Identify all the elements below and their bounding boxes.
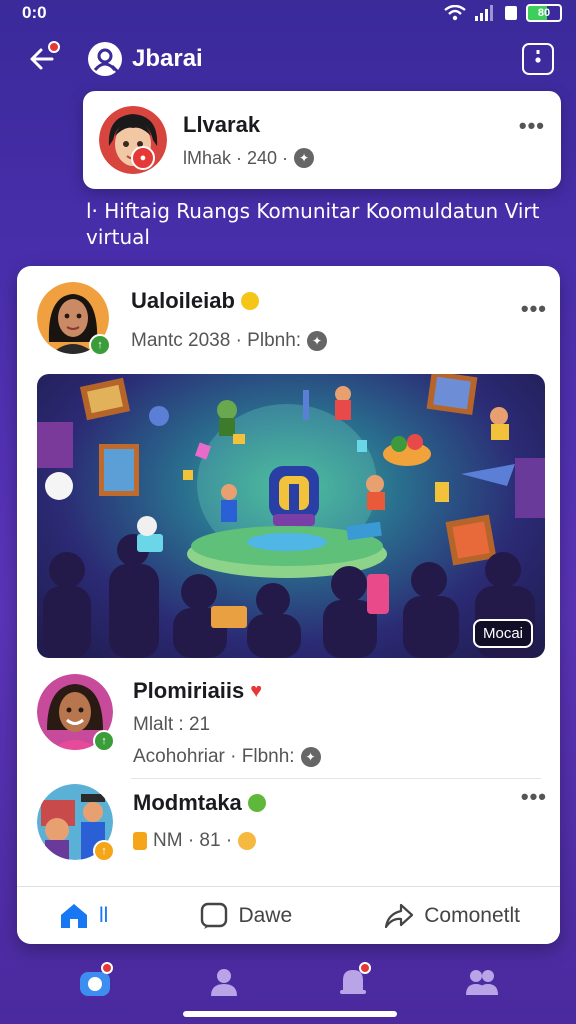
profile-meta-row: lMhak · 240 · ✦	[183, 147, 315, 169]
media-tag[interactable]: Mocai	[472, 619, 533, 648]
signal-icon	[475, 5, 493, 21]
notification-badge	[48, 41, 60, 53]
status-bar: 0:0 80	[0, 0, 576, 26]
profile-more-button[interactable]: •••	[519, 113, 545, 139]
notification-badge	[100, 962, 113, 974]
globe-icon: ✦	[307, 331, 328, 351]
comment-item: ↑ Plomiriaiis ♥ Mlalt : 21 Acohohriar · …	[37, 674, 547, 768]
comment-meta-row: Acohohriar · Flbnh: ✦	[133, 746, 321, 768]
comment-avatar[interactable]: ↑	[37, 784, 115, 862]
comment-more-button[interactable]: •••	[521, 784, 547, 810]
nav-camera[interactable]	[75, 962, 115, 1002]
comment-item: ↑ Modmtaka NM · 81 · •••	[37, 784, 547, 862]
online-badge: ↑	[89, 334, 111, 356]
post-author-text: Ualoileiab Mantc 2038 · Plbnh: ✦	[131, 288, 328, 352]
notification-badge	[358, 962, 371, 974]
globe-icon: ✦	[300, 747, 321, 767]
wifi-icon	[444, 5, 466, 21]
emoji-icon	[238, 832, 257, 850]
comment-author: Plomiriaiis	[133, 678, 245, 703]
comment-icon	[201, 902, 228, 929]
divider	[131, 778, 541, 779]
comment-text: Modmtaka NM · 81 ·	[133, 790, 266, 852]
avatar-badge: ●	[131, 146, 155, 170]
comment-meta-secondary: Acohohriar · Flbnh:	[133, 746, 295, 767]
profile-icon	[210, 969, 237, 996]
profile-card-text: Llvarak lMhak · 240 · ✦	[183, 111, 315, 169]
app-title-group: Jbarai	[88, 42, 203, 76]
share-button[interactable]: Dawe	[200, 902, 292, 930]
post-meta-row: Mantc 2038 · Plbnh: ✦	[131, 330, 328, 352]
comment-meta: Mlalt : 21	[133, 714, 211, 735]
post-more-button[interactable]: •••	[521, 296, 547, 322]
globe-icon: ✦	[294, 148, 315, 168]
post-image[interactable]: Mocai	[37, 374, 545, 658]
comment-author-row: Plomiriaiis ♥	[133, 678, 321, 704]
share-box-icon	[535, 50, 541, 63]
feed-card: ↑ Ualoileiab Mantc 2038 · Plbnh: ✦ ••• M…	[17, 266, 560, 944]
sim-icon	[505, 6, 517, 20]
profile-name: Llvarak	[183, 111, 261, 137]
comment-author-row: Modmtaka	[133, 790, 266, 816]
more-icon: •••	[520, 296, 547, 321]
comment-author: Modmtaka	[133, 790, 242, 815]
share-label: Dawe	[238, 903, 293, 927]
battery-indicator: 80	[526, 4, 562, 22]
comment-button[interactable]: Comonetlt	[384, 903, 520, 929]
status-time: 0:0	[22, 3, 47, 22]
comment-meta-row: NM · 81 ·	[133, 830, 266, 852]
post-header: ↑ Ualoileiab Mantc 2038 · Plbnh: ✦ •••	[37, 282, 547, 356]
comment-label: Comonetlt	[424, 903, 520, 927]
app-title: Jbarai	[132, 45, 203, 72]
share-arrow-icon	[385, 903, 414, 928]
profile-meta: lMhak · 240 ·	[183, 147, 289, 168]
status-icons: 80	[444, 4, 562, 22]
home-icon	[61, 903, 87, 928]
avatar[interactable]: ●	[99, 106, 167, 174]
post-author-row: Ualoileiab	[131, 288, 327, 314]
share-box-button[interactable]	[522, 43, 554, 75]
verified-icon	[247, 794, 266, 812]
heart-icon: ♥	[250, 679, 263, 702]
bottom-nav	[0, 952, 576, 1012]
trophy-icon	[133, 832, 147, 850]
app-bar: Jbarai	[0, 36, 576, 82]
like-button[interactable]: ll	[59, 902, 108, 930]
verified-icon	[240, 292, 259, 310]
comment-text: Plomiriaiis ♥ Mlalt : 21 Acohohriar · Fl…	[133, 678, 321, 768]
post-author-name: Ualoileiab	[131, 288, 235, 313]
friends-icon	[465, 970, 498, 995]
profile-card[interactable]: ● Llvarak lMhak · 240 · ✦ •••	[83, 91, 561, 189]
nav-profile[interactable]	[204, 962, 244, 1002]
more-icon: •••	[518, 113, 545, 138]
back-button[interactable]	[22, 39, 62, 79]
post-caption: l· Hiftaig Ruangs Komunitar Koomuldatun …	[86, 199, 540, 249]
post-meta: Mantc 2038 · Plbnh:	[131, 330, 302, 351]
post-author-avatar[interactable]: ↑	[37, 282, 111, 356]
level-badge: ↑	[93, 840, 115, 862]
nav-notifications[interactable]	[333, 962, 373, 1002]
more-icon: •••	[520, 784, 547, 809]
home-indicator[interactable]	[183, 1011, 397, 1017]
virtual-community-illustration	[37, 374, 545, 658]
comment-meta: NM · 81 ·	[153, 830, 233, 851]
comment-avatar[interactable]: ↑	[37, 674, 115, 752]
app-logo-icon	[88, 42, 122, 76]
nav-friends[interactable]	[462, 962, 502, 1002]
post-action-bar: ll Dawe Comonetlt	[17, 886, 560, 944]
online-badge: ↑	[93, 730, 115, 752]
like-label: ll	[99, 903, 109, 927]
